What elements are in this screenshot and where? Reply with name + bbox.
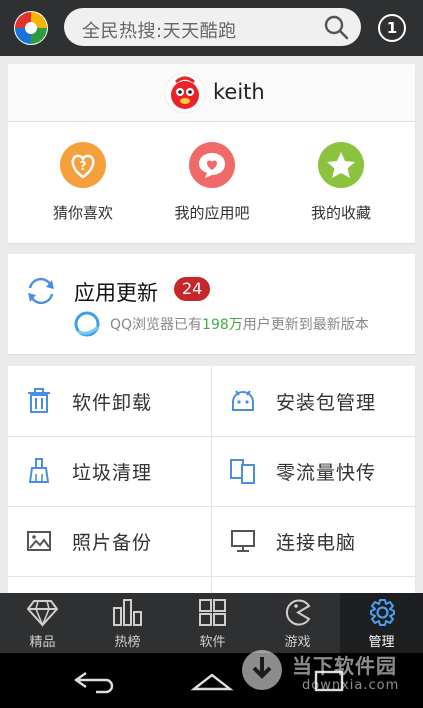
update-title: 应用更新 [74,281,158,305]
svg-text:?: ? [80,159,87,173]
download-icon [242,650,282,690]
quick-link-favorites[interactable]: 我的收藏 [281,142,401,232]
star-icon [318,142,364,188]
tool-uninstall[interactable]: 软件卸载 [8,366,211,436]
trash-icon [28,388,50,413]
nav-games[interactable]: 游戏 [255,593,340,653]
divider [8,576,415,577]
photo-icon [27,531,51,551]
quick-link-label: 我的收藏 [310,204,371,222]
nav-software[interactable]: 软件 [170,593,255,653]
tool-label: 软件卸载 [72,392,153,414]
user-card: keith ? 猜你喜欢 我的应用吧 我的收藏 [8,64,415,243]
tool-label: 垃圾清理 [72,462,153,484]
quick-link-my-apps[interactable]: 我的应用吧 [152,142,272,232]
top-bar: 全民热搜:天天酷跑 1 [0,0,423,56]
android-icon [232,390,254,411]
qq-browser-icon [74,311,100,337]
app-update-card[interactable]: 应用更新 24 QQ浏览器已有198万用户更新到最新版本 [8,254,415,354]
user-bar[interactable]: keith [8,64,415,122]
tool-junk-clean[interactable]: 垃圾清理 [8,436,211,506]
search-input[interactable]: 全民热搜:天天酷跑 [64,8,361,46]
broom-icon [28,458,50,483]
grid-icon [199,599,226,626]
nav-label: 热榜 [114,635,141,650]
chat-heart-icon [189,142,235,188]
search-placeholder: 全民热搜:天天酷跑 [82,21,237,42]
pacman-icon [285,599,311,626]
bottom-nav: 精品 热榜 软件 游戏 管理 [0,593,423,653]
tool-photo-backup[interactable]: 照片备份 [8,506,211,576]
app-logo-icon[interactable] [13,10,49,46]
refresh-icon [28,277,54,305]
quick-link-guess[interactable]: ? 猜你喜欢 [23,142,143,232]
gear-icon [370,599,395,626]
update-sub-after: 用户更新到最新版本 [242,317,369,333]
diamond-icon [27,600,58,627]
phone-transfer-icon [230,459,255,484]
question-heart-icon: ? [60,142,106,188]
tools-grid: 软件卸载 安装包管理 垃圾清理 零流量快传 照片备份 连接电脑 [8,366,415,606]
tool-connect-pc[interactable]: 连接电脑 [212,506,415,576]
tool-label: 安装包管理 [276,392,377,414]
username: keith [213,80,265,104]
tool-package-manager[interactable]: 安装包管理 [212,366,415,436]
watermark-text: 当下软件园 [292,654,397,678]
update-count-badge: 24 [174,277,211,301]
avatar[interactable] [164,72,206,114]
home-icon[interactable] [190,667,234,695]
nav-charts[interactable]: 热榜 [85,593,170,653]
tool-label: 零流量快传 [276,462,377,484]
back-icon[interactable] [72,667,116,695]
tool-zero-data-transfer[interactable]: 零流量快传 [212,436,415,506]
quick-link-label: 猜你喜欢 [52,204,113,222]
nav-featured[interactable]: 精品 [0,593,85,653]
nav-manage[interactable]: 管理 [340,593,423,653]
bar-chart-icon [113,599,142,626]
tool-label: 连接电脑 [276,532,357,554]
update-subtitle: QQ浏览器已有198万用户更新到最新版本 [110,314,369,334]
notification-badge[interactable]: 1 [378,14,406,42]
tool-label: 照片备份 [72,532,153,554]
update-sub-before: QQ浏览器已有 [110,317,203,333]
search-icon[interactable] [323,14,349,40]
monitor-icon [231,530,255,552]
watermark: 当下软件园 downxia.com [240,646,410,704]
nav-label: 精品 [29,635,56,650]
update-sub-highlight: 198万 [202,317,243,333]
quick-link-label: 我的应用吧 [174,204,250,222]
watermark-sub: downxia.com [302,678,400,693]
